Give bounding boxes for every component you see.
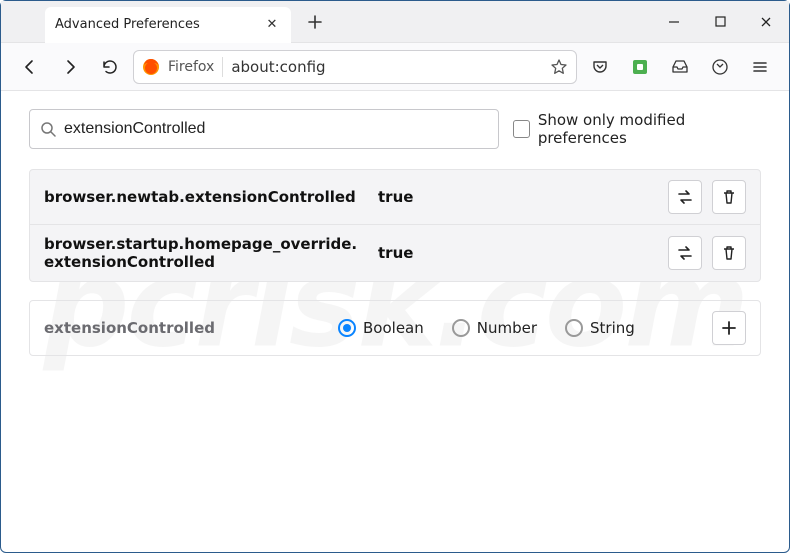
delete-button[interactable] (712, 180, 746, 214)
url-text: about:config (231, 58, 542, 76)
search-box[interactable] (29, 109, 499, 149)
add-button[interactable] (712, 311, 746, 345)
nav-toolbar: Firefox about:config (1, 43, 789, 91)
radio-icon (338, 319, 356, 337)
pref-actions (668, 236, 746, 270)
pref-value: true (378, 188, 654, 206)
maximize-icon (715, 16, 726, 27)
toggle-icon (676, 189, 694, 205)
pocket-icon (591, 58, 609, 76)
radio-number-label: Number (477, 319, 537, 337)
tab-title: Advanced Preferences (55, 17, 263, 32)
urlbar-separator (222, 57, 223, 77)
toggle-icon (676, 245, 694, 261)
plus-icon (308, 15, 322, 29)
show-modified-label: Show only modified preferences (538, 111, 761, 147)
identity-label: Firefox (168, 59, 214, 75)
content-area: Show only modified preferences browser.n… (1, 91, 789, 374)
pref-name: browser.startup.homepage_override.extens… (44, 235, 364, 271)
search-row: Show only modified preferences (29, 109, 761, 149)
bookmark-button[interactable] (550, 58, 568, 76)
pref-row: browser.startup.homepage_override.extens… (30, 224, 760, 281)
browser-tab[interactable]: Advanced Preferences ✕ (45, 7, 291, 43)
maximize-button[interactable] (697, 1, 743, 43)
reload-icon (101, 58, 119, 76)
delete-button[interactable] (712, 236, 746, 270)
reload-button[interactable] (93, 50, 127, 84)
radio-boolean[interactable]: Boolean (338, 319, 424, 337)
titlebar: Advanced Preferences ✕ (1, 1, 789, 43)
app-menu-button[interactable] (743, 50, 777, 84)
pref-actions (668, 180, 746, 214)
forward-button[interactable] (53, 50, 87, 84)
checkbox-icon (513, 120, 530, 138)
radio-icon (452, 319, 470, 337)
preferences-list: browser.newtab.extensionControlled true … (29, 169, 761, 282)
close-window-button[interactable] (743, 1, 789, 43)
add-preference-block: extensionControlled Boolean Number Strin… (29, 300, 761, 356)
search-input[interactable] (64, 120, 488, 138)
back-button[interactable] (13, 50, 47, 84)
trash-icon (721, 245, 737, 261)
radio-icon (565, 319, 583, 337)
close-tab-icon[interactable]: ✕ (263, 17, 281, 32)
pocket-button[interactable] (583, 50, 617, 84)
account-button[interactable] (703, 50, 737, 84)
pref-value: true (378, 244, 654, 262)
star-icon (550, 58, 568, 76)
inbox-button[interactable] (663, 50, 697, 84)
firefox-icon (142, 58, 160, 76)
plus-icon (721, 320, 737, 336)
pref-name: browser.newtab.extensionControlled (44, 188, 364, 206)
extension-button[interactable] (623, 50, 657, 84)
puzzle-icon (631, 58, 649, 76)
radio-string-label: String (590, 319, 635, 337)
arrow-right-icon (61, 58, 79, 76)
account-icon (711, 58, 729, 76)
add-row: extensionControlled Boolean Number Strin… (30, 301, 760, 355)
type-radios: Boolean Number String (338, 319, 698, 337)
hamburger-icon (751, 58, 769, 76)
new-tab-button[interactable] (301, 8, 329, 36)
toggle-button[interactable] (668, 180, 702, 214)
minimize-button[interactable] (651, 1, 697, 43)
window-controls (651, 1, 789, 43)
search-icon (40, 121, 56, 137)
arrow-left-icon (21, 58, 39, 76)
pref-row: browser.newtab.extensionControlled true (30, 170, 760, 224)
toggle-button[interactable] (668, 236, 702, 270)
trash-icon (721, 189, 737, 205)
add-pref-name: extensionControlled (44, 319, 324, 337)
inbox-icon (671, 58, 689, 76)
url-bar[interactable]: Firefox about:config (133, 50, 577, 84)
radio-string[interactable]: String (565, 319, 635, 337)
close-icon (760, 16, 772, 28)
minimize-icon (668, 16, 680, 28)
radio-number[interactable]: Number (452, 319, 537, 337)
show-modified-checkbox[interactable]: Show only modified preferences (513, 111, 761, 147)
radio-boolean-label: Boolean (363, 319, 424, 337)
